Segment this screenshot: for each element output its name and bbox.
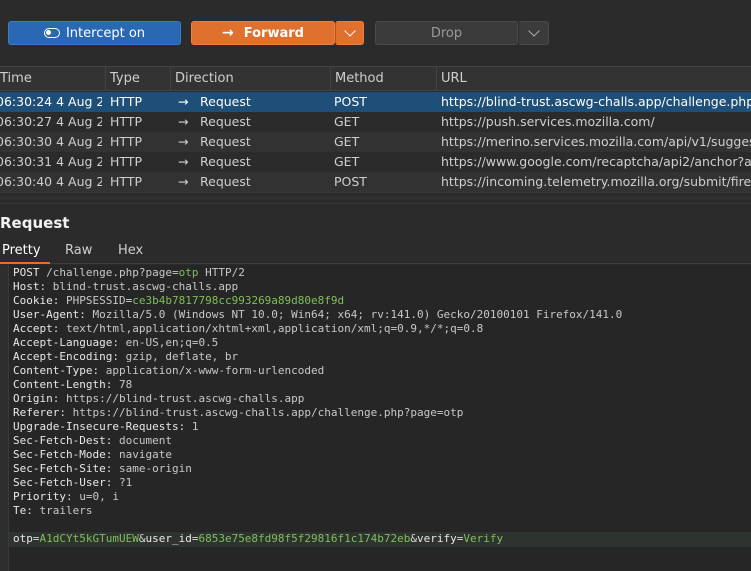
chevron-down-icon — [343, 25, 356, 37]
forward-label: Forward — [243, 25, 304, 41]
table-row[interactable]: 06:30:27 4 Aug 2... HTTP → Request GET ht… — [0, 112, 751, 132]
table-row[interactable]: 06:30:31 4 Aug 2... HTTP → Request GET ht… — [0, 152, 751, 172]
time-cell: 06:30:40 4 Aug 2... — [0, 174, 102, 189]
arrow-right-icon: → — [178, 114, 189, 129]
header-line: Content-Length: 78 — [13, 378, 133, 391]
drop-options-button[interactable] — [518, 21, 549, 45]
header-line: Te: trailers — [13, 504, 93, 517]
arrow-right-icon: → — [178, 134, 189, 149]
column-header-url[interactable]: URL — [437, 67, 751, 91]
column-header-type[interactable]: Type — [106, 67, 171, 91]
header-line: Upgrade-Insecure-Requests: 1 — [13, 420, 199, 433]
direction-label: Request — [200, 94, 251, 109]
table-row[interactable]: 06:30:24 4 Aug 2... HTTP → Request POST h… — [0, 92, 751, 112]
request-panel-title: Request — [0, 214, 70, 232]
header-line: Priority: u=0, i — [13, 490, 119, 503]
url-cell: https://merino.services.mozilla.com/api/… — [441, 134, 751, 149]
forward-button[interactable]: → Forward — [191, 21, 335, 45]
intercept-label: Intercept on — [65, 25, 146, 41]
intercept-queue-table: Time Type Direction Method URL 06:30:24 … — [0, 66, 751, 192]
direction-cell: → Request — [178, 172, 328, 192]
time-cell: 06:30:24 4 Aug 2... — [0, 94, 102, 109]
header-line: Sec-Fetch-User: ?1 — [13, 476, 133, 489]
url-cell: https://push.services.mozilla.com/ — [441, 114, 655, 129]
method-cell: GET — [334, 114, 360, 129]
time-cell: 06:30:30 4 Aug 2... — [0, 134, 102, 149]
type-cell: HTTP — [110, 174, 142, 189]
request-view-tabs: Pretty Raw Hex — [0, 240, 751, 264]
drop-button[interactable]: Drop — [375, 21, 518, 45]
method-cell: GET — [334, 154, 360, 169]
column-header-direction[interactable]: Direction — [171, 67, 331, 91]
direction-cell: → Request — [178, 92, 328, 112]
column-header-time[interactable]: Time — [0, 67, 106, 91]
chevron-down-icon — [527, 25, 540, 37]
header-line: Sec-Fetch-Mode: navigate — [13, 448, 172, 461]
intercept-toggle-button[interactable]: Intercept on — [8, 21, 181, 45]
request-editor[interactable]: POST /challenge.php?page=otp HTTP/2 Host… — [0, 265, 751, 571]
header-line: Origin: https://blind-trust.ascwg-challs… — [13, 392, 305, 405]
request-line: POST /challenge.php?page=otp HTTP/2 — [13, 266, 245, 279]
time-cell: 06:30:27 4 Aug 2... — [0, 114, 102, 129]
method-cell: POST — [334, 94, 367, 109]
method-cell: GET — [334, 134, 360, 149]
time-cell: 06:30:31 4 Aug 2... — [0, 154, 102, 169]
url-cell: https://blind-trust.ascwg-challs.app/cha… — [441, 94, 751, 109]
url-cell: https://www.google.com/recaptcha/api2/an… — [441, 154, 751, 169]
direction-label: Request — [200, 154, 251, 169]
header-line: Sec-Fetch-Site: same-origin — [13, 462, 192, 475]
header-line: Host: blind-trust.ascwg-challs.app — [13, 280, 239, 293]
forward-options-button[interactable] — [335, 21, 364, 45]
table-header: Time Type Direction Method URL — [0, 66, 751, 91]
header-line: Accept: text/html,application/xhtml+xml,… — [13, 322, 484, 335]
request-body-line: otp=A1dCYt5kGTumUEW&user_id=6853e75e8fd9… — [13, 532, 504, 545]
tab-pretty[interactable]: Pretty — [2, 243, 41, 258]
table-row[interactable]: 06:30:30 4 Aug 2... HTTP → Request GET ht… — [0, 132, 751, 152]
method-cell: POST — [334, 174, 367, 189]
arrow-right-icon: → — [178, 94, 189, 109]
direction-label: Request — [200, 114, 251, 129]
type-cell: HTTP — [110, 114, 142, 129]
line-number-gutter — [0, 265, 9, 571]
direction-cell: → Request — [178, 152, 328, 172]
type-cell: HTTP — [110, 134, 142, 149]
direction-label: Request — [200, 134, 251, 149]
active-tab-indicator — [0, 262, 50, 264]
proxy-toolbar: Intercept on → Forward Drop — [0, 0, 751, 64]
tab-raw[interactable]: Raw — [65, 243, 92, 258]
table-row[interactable]: 06:30:40 4 Aug 2... HTTP → Request POST h… — [0, 172, 751, 192]
header-line: User-Agent: Mozilla/5.0 (Windows NT 10.0… — [13, 308, 623, 321]
header-line: Accept-Encoding: gzip, deflate, br — [13, 350, 239, 363]
column-header-method[interactable]: Method — [331, 67, 437, 91]
header-line: Content-Type: application/x-www-form-url… — [13, 364, 325, 377]
header-line: Referer: https://blind-trust.ascwg-chall… — [13, 406, 464, 419]
direction-label: Request — [200, 174, 251, 189]
header-line: Cookie: PHPSESSID=ce3b4b7817798cc993269a… — [13, 294, 345, 307]
toggle-icon — [43, 28, 60, 38]
header-line: Accept-Language: en-US,en;q=0.5 — [13, 336, 219, 349]
pane-splitter[interactable] — [0, 192, 751, 204]
type-cell: HTTP — [110, 94, 142, 109]
direction-cell: → Request — [178, 132, 328, 152]
type-cell: HTTP — [110, 154, 142, 169]
arrow-right-icon: → — [178, 154, 189, 169]
tab-hex[interactable]: Hex — [118, 243, 143, 258]
url-cell: https://incoming.telemetry.mozilla.org/s… — [441, 174, 751, 189]
arrow-right-icon: → — [222, 25, 234, 41]
direction-cell: → Request — [178, 112, 328, 132]
header-line: Sec-Fetch-Dest: document — [13, 434, 172, 447]
arrow-right-icon: → — [178, 174, 189, 189]
drop-label: Drop — [430, 25, 463, 41]
